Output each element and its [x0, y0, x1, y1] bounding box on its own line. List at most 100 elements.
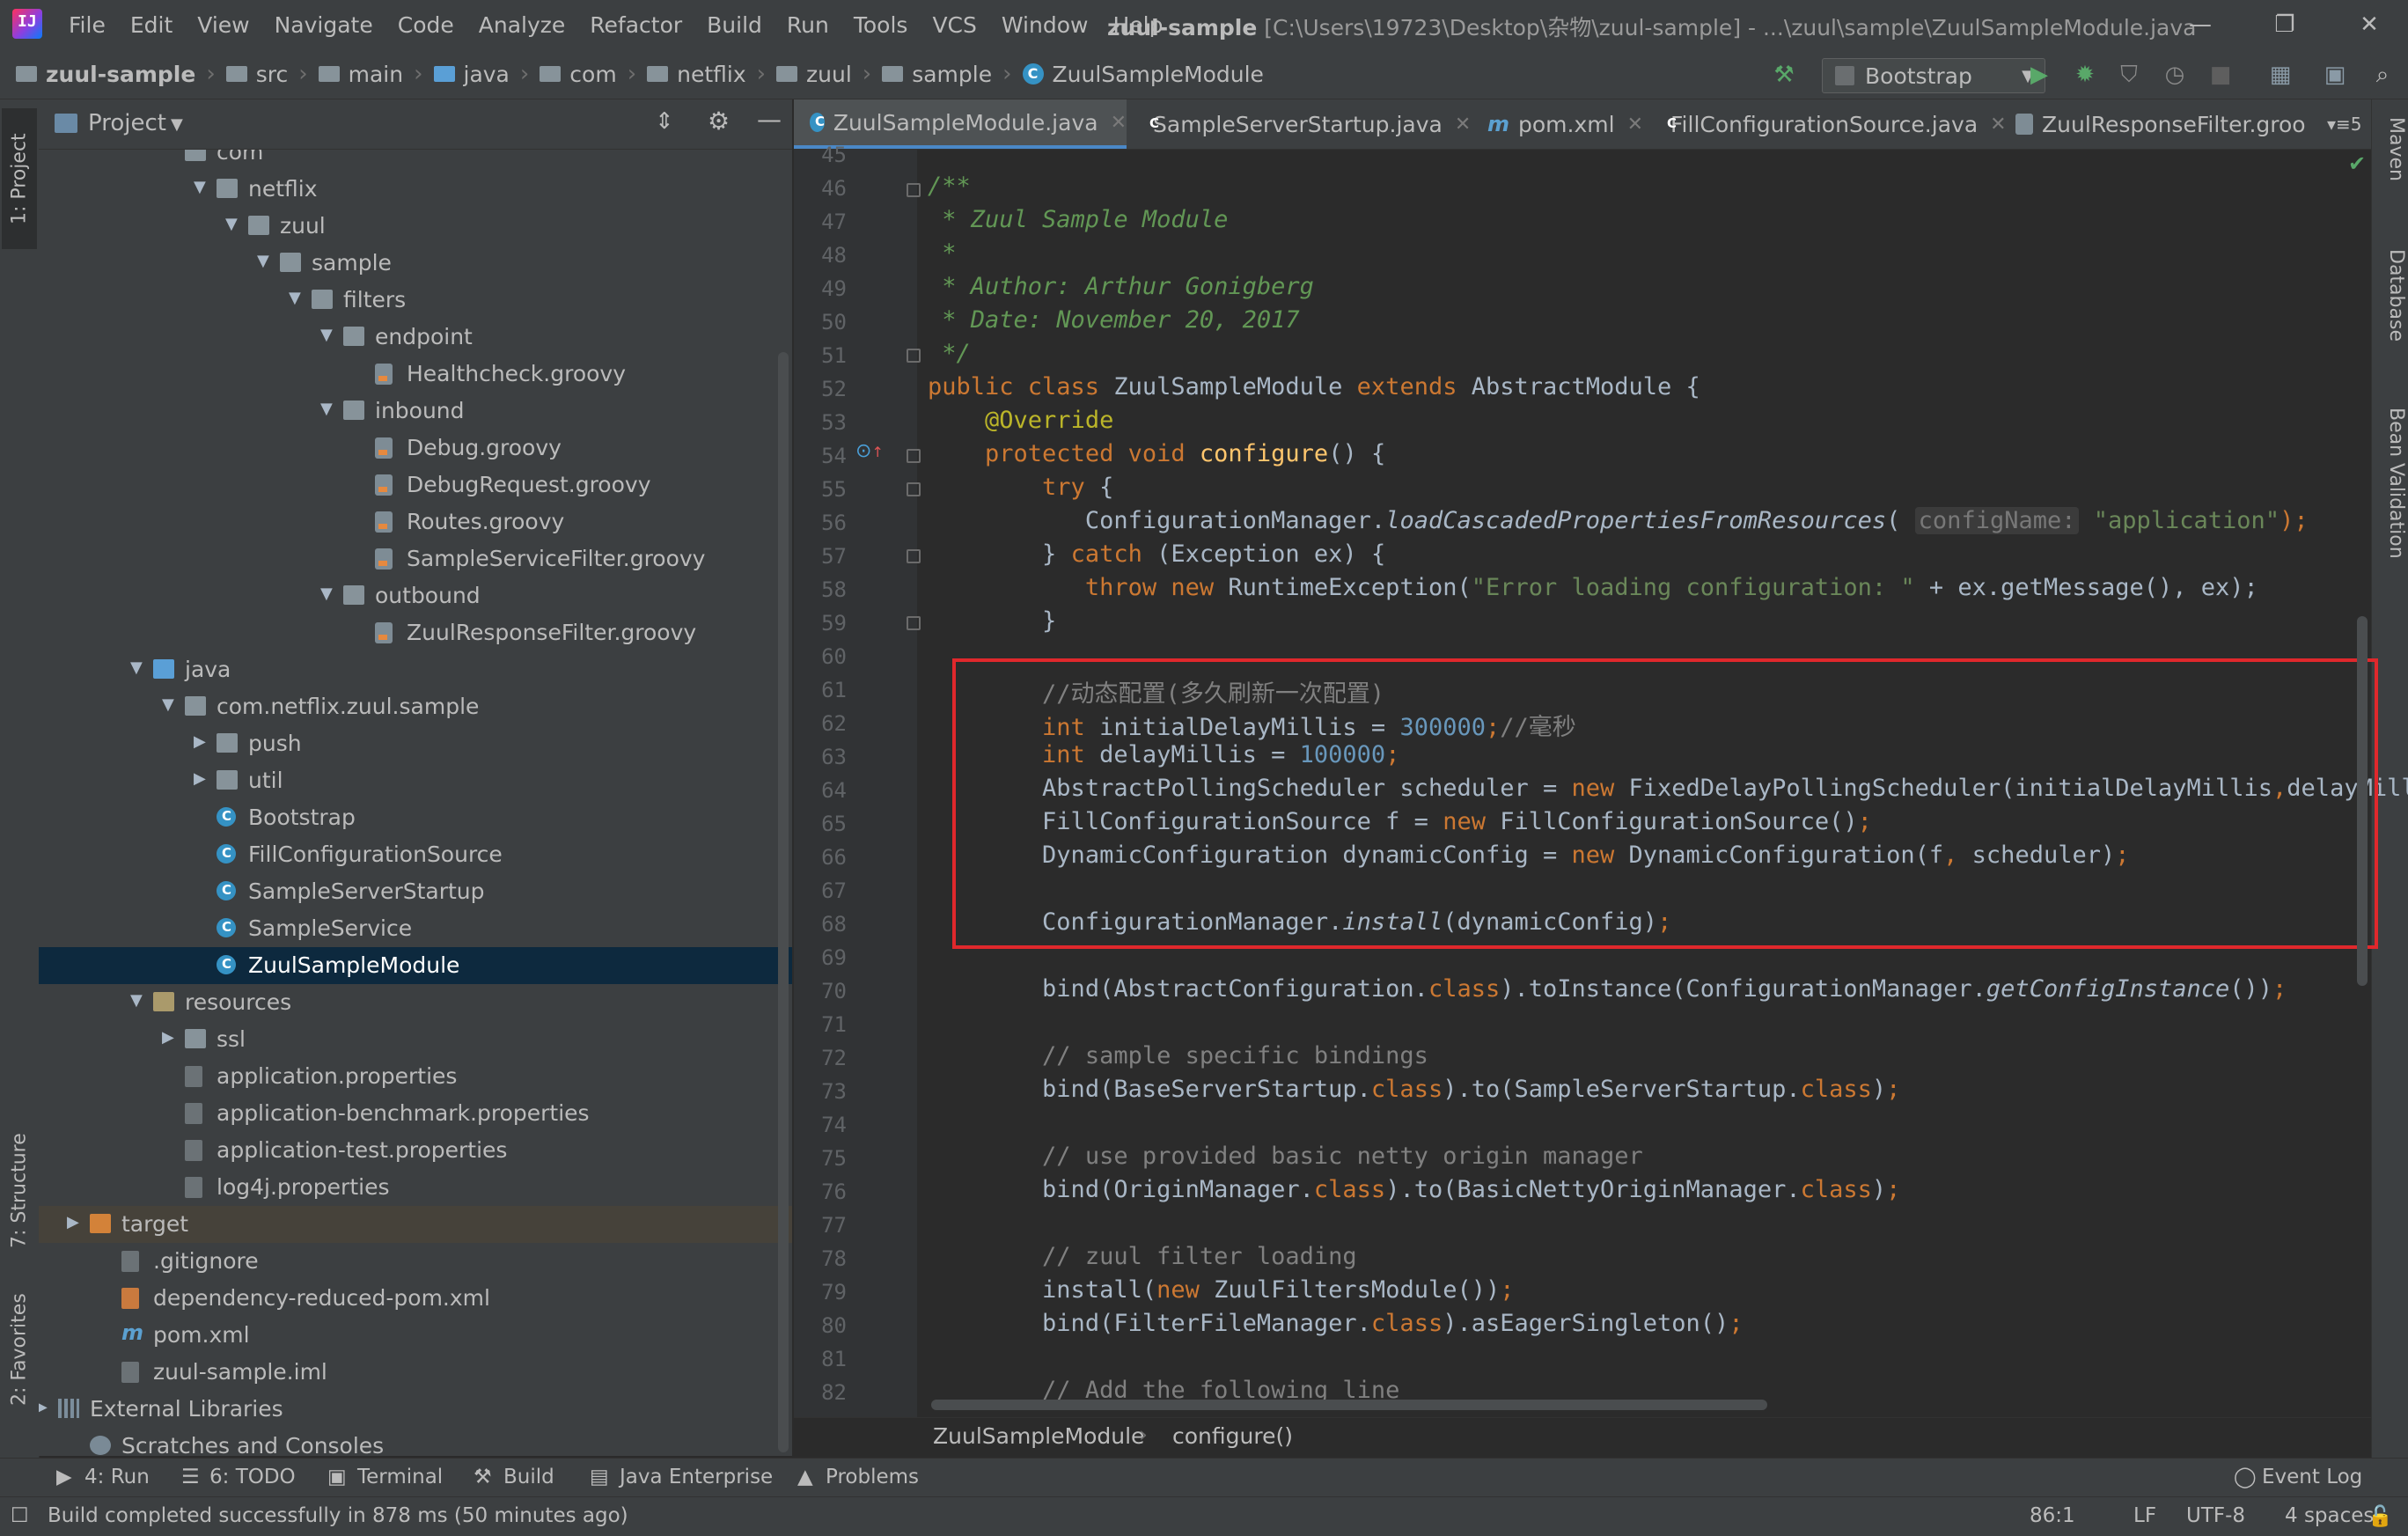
collapse-arrow-icon[interactable]: ▶ — [39, 1398, 48, 1416]
tree-item[interactable]: zuul-sample.iml — [39, 1354, 792, 1391]
tool-run[interactable]: 4: Run — [84, 1466, 150, 1488]
tool-tab-maven[interactable]: Maven — [2375, 117, 2407, 223]
tree-item[interactable]: com — [39, 150, 792, 171]
hide-panel-icon[interactable]: — — [757, 105, 782, 134]
fold-marker-icon[interactable] — [907, 183, 921, 197]
coverage-icon[interactable]: ⛉ — [2114, 60, 2144, 90]
build-hammer-icon[interactable]: ⚒ — [1769, 60, 1799, 90]
crumb-main[interactable]: main › — [318, 61, 434, 87]
tree-item[interactable]: ▶ push — [39, 725, 792, 762]
tree-item[interactable]: DebugRequest.groovy — [39, 467, 792, 503]
tree-item[interactable]: .gitignore — [39, 1243, 792, 1280]
tree-item[interactable]: ZuulSampleModule — [39, 947, 792, 984]
menu-edit[interactable]: Edit — [130, 12, 173, 38]
project-scrollbar[interactable] — [778, 352, 789, 1452]
inspection-ok-icon[interactable]: ✔ — [2348, 151, 2366, 176]
menu-refactor[interactable]: Refactor — [590, 12, 682, 38]
tool-tab-bean-validation[interactable]: Bean Validation — [2375, 408, 2407, 601]
expand-arrow-icon[interactable]: ▼ — [130, 991, 143, 1010]
expand-arrow-icon[interactable]: ▼ — [320, 326, 333, 344]
close-tab-icon[interactable]: ✕ — [1111, 112, 1127, 134]
tool-tab-database[interactable]: Database — [2375, 249, 2407, 372]
tree-item[interactable]: ▶ ssl — [39, 1021, 792, 1058]
debug-icon[interactable]: ✹ — [2070, 60, 2100, 90]
tree-item[interactable]: m pom.xml — [39, 1317, 792, 1354]
tree-item[interactable]: ▼ endpoint — [39, 319, 792, 356]
terminal-window-icon[interactable]: ▣ — [2320, 60, 2350, 90]
editor-horizontal-scrollbar[interactable] — [931, 1400, 1767, 1410]
collapse-arrow-icon[interactable]: ▶ — [194, 732, 206, 751]
tree-item[interactable]: ZuulResponseFilter.groovy — [39, 614, 792, 651]
fold-marker-icon[interactable] — [907, 349, 921, 363]
editor-crumb-method[interactable]: configure() — [1172, 1423, 1293, 1449]
editor-crumb-class[interactable]: ZuulSampleModule — [933, 1423, 1144, 1449]
tab-zuulresponsefilter[interactable]: ZuulResponseFilter.groo — [2000, 99, 2325, 149]
tree-item[interactable]: Routes.groovy — [39, 503, 792, 540]
tree-item[interactable]: application-test.properties — [39, 1132, 792, 1169]
expand-arrow-icon[interactable]: ▼ — [320, 400, 333, 418]
tree-item[interactable]: ▼ netflix — [39, 171, 792, 208]
run-icon[interactable]: ▶ — [2024, 60, 2054, 90]
project-structure-icon[interactable]: ▦ — [2265, 60, 2295, 90]
tree-item[interactable]: Healthcheck.groovy — [39, 356, 792, 393]
restore-icon[interactable]: ❐ — [2258, 7, 2311, 42]
tree-item[interactable]: ▼ inbound — [39, 393, 792, 430]
cursor-position[interactable]: 86:1 — [2030, 1504, 2075, 1527]
fold-marker-icon[interactable] — [907, 449, 921, 463]
status-message[interactable]: Build completed successfully in 878 ms (… — [48, 1504, 628, 1527]
tool-todo[interactable]: 6: TODO — [209, 1466, 296, 1488]
tool-problems[interactable]: Problems — [826, 1466, 919, 1488]
status-toggle-icon[interactable]: ☐ — [11, 1504, 29, 1527]
tree-item[interactable]: ▶ target — [39, 1206, 792, 1243]
stop-icon[interactable]: ■ — [2206, 60, 2235, 90]
crumb-project[interactable]: zuul-sample › — [16, 61, 226, 87]
tab-pom[interactable]: m pom.xml ✕ — [1472, 99, 1644, 149]
tree-item[interactable]: ▼ zuul — [39, 208, 792, 245]
tree-item[interactable]: ▼ resources — [39, 984, 792, 1021]
tree-item[interactable]: ▼ outbound — [39, 577, 792, 614]
run-configuration-select[interactable]: Bootstrap ▼ — [1822, 58, 2045, 93]
tree-item[interactable]: SampleService — [39, 910, 792, 947]
tab-zuulsamplemodule[interactable]: ZuulSampleModule.java✕ — [794, 99, 1127, 149]
crumb-class[interactable]: C ZuulSampleModule — [1022, 62, 1264, 87]
tool-tab-favorites[interactable]: 2: Favorites — [2, 1279, 37, 1420]
menu-build[interactable]: Build — [707, 12, 762, 38]
fold-marker-icon[interactable] — [907, 482, 921, 496]
menu-window[interactable]: Window — [1002, 12, 1089, 38]
chevron-down-icon[interactable]: ▼ — [171, 115, 183, 134]
line-separator[interactable]: LF — [2133, 1504, 2156, 1527]
crumb-netflix[interactable]: netflix › — [647, 61, 776, 87]
tree-item[interactable]: ▼ filters — [39, 282, 792, 319]
menu-file[interactable]: File — [69, 12, 106, 38]
tree-item[interactable]: application-benchmark.properties — [39, 1095, 792, 1132]
collapse-all-icon[interactable]: ⇕ — [655, 108, 674, 135]
collapse-arrow-icon[interactable]: ▶ — [194, 769, 206, 788]
tool-build[interactable]: Build — [503, 1466, 554, 1488]
tree-item[interactable]: ▼ com.netflix.zuul.sample — [39, 688, 792, 725]
tree-item[interactable]: ▼ sample — [39, 245, 792, 282]
menu-code[interactable]: Code — [398, 12, 454, 38]
menu-view[interactable]: View — [197, 12, 249, 38]
tool-tab-structure[interactable]: 7: Structure — [2, 1112, 37, 1270]
tree-item[interactable]: log4j.properties — [39, 1169, 792, 1206]
menu-vcs[interactable]: VCS — [932, 12, 976, 38]
tab-fillconfigurationsource[interactable]: FillConfigurationSource.java ✕ — [1646, 99, 2007, 149]
search-icon[interactable]: ⌕ — [2368, 60, 2397, 90]
expand-arrow-icon[interactable]: ▼ — [162, 695, 174, 714]
tree-item[interactable]: FillConfigurationSource — [39, 836, 792, 873]
project-panel-title[interactable]: Project — [88, 110, 166, 136]
tree-item[interactable]: dependency-reduced-pom.xml — [39, 1280, 792, 1317]
file-encoding[interactable]: UTF-8 — [2186, 1504, 2245, 1527]
menu-tools[interactable]: Tools — [854, 12, 908, 38]
minimize-icon[interactable]: — — [2174, 7, 2227, 42]
expand-arrow-icon[interactable]: ▼ — [257, 252, 269, 270]
crumb-src[interactable]: src › — [225, 61, 319, 87]
crumb-java[interactable]: java › — [433, 61, 540, 87]
close-tab-icon[interactable]: ✕ — [1627, 114, 1643, 136]
tree-item[interactable]: SampleServerStartup — [39, 873, 792, 910]
tab-sampleserverstartup[interactable]: SampleServerStartup.java ✕ — [1128, 99, 1471, 149]
crumb-zuul[interactable]: zuul › — [776, 61, 882, 87]
gear-icon[interactable]: ⚙ — [708, 107, 730, 136]
editor-vertical-scrollbar[interactable] — [2357, 616, 2368, 986]
menu-run[interactable]: Run — [787, 12, 829, 38]
